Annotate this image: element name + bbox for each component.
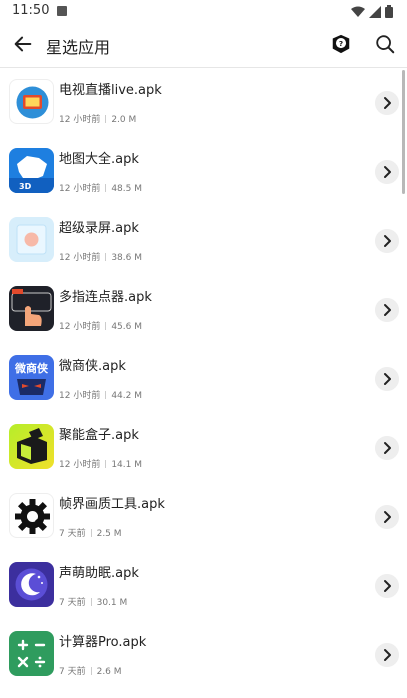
app-time: 12 小时前 [59,322,101,332]
chevron-right-icon[interactable] [375,91,399,115]
app-meta: 12 小时前 48.5 M [59,181,142,194]
app-time: 7 天前 [59,598,86,608]
chevron-right-icon[interactable] [375,298,399,322]
app-meta: 12 小时前 14.1 M [59,457,142,470]
app-meta: 7 天前 2.6 M [59,664,122,677]
svg-text:3D: 3D [19,182,32,191]
app-list: 电视直播live.apk 12 小时前 2.0 M 3D 地图大全.apk 12 … [0,68,407,689]
app-name: 帧界画质工具.apk [59,497,165,512]
app-name: 电视直播live.apk [59,83,162,98]
auto-clicker-icon [9,286,54,331]
app-time: 12 小时前 [59,253,101,263]
app-meta: 12 小时前 44.2 M [59,388,142,401]
svg-text:?: ? [339,39,343,48]
app-size: 44.2 M [111,391,142,401]
chevron-right-icon[interactable] [375,367,399,391]
svg-text:微商侠: 微商侠 [14,361,49,375]
app-time: 12 小时前 [59,391,101,401]
app-meta: 12 小时前 38.6 M [59,250,142,263]
map-icon: 3D [9,148,54,193]
list-item[interactable]: 计算器Pro.apk 7 天前 2.6 M [0,620,407,689]
app-time: 12 小时前 [59,184,101,194]
list-item[interactable]: 聚能盒子.apk 12 小时前 14.1 M [0,413,407,482]
battery-icon [385,5,393,18]
app-name: 多指连点器.apk [59,290,152,305]
calculator-icon [9,631,54,676]
gear-settings-icon [9,493,54,538]
app-size: 14.1 M [111,460,142,470]
status-icons [351,5,393,18]
chevron-right-icon[interactable] [375,643,399,667]
help-icon[interactable]: ? [330,33,352,55]
weishangxia-icon: 微商侠 [9,355,54,400]
app-size: 30.1 M [96,598,128,608]
list-item[interactable]: 帧界画质工具.apk 7 天前 2.5 M [0,482,407,551]
search-icon[interactable] [374,33,396,55]
page-title: 星选应用 [46,38,111,57]
app-size: 45.6 M [111,322,142,332]
app-meta: 7 天前 30.1 M [59,595,127,608]
box-icon [9,424,54,469]
app-meta: 12 小时前 2.0 M [59,112,136,125]
scrollbar[interactable] [402,70,405,194]
list-item[interactable]: 微商侠 微商侠.apk 12 小时前 44.2 M [0,344,407,413]
chevron-right-icon[interactable] [375,436,399,460]
app-name: 声萌助眠.apk [59,566,139,581]
app-meta: 12 小时前 45.6 M [59,319,142,332]
app-name: 微商侠.apk [59,359,126,374]
app-name: 计算器Pro.apk [59,635,147,650]
status-bar: 11:50 [0,0,407,24]
app-name: 超级录屏.apk [59,221,139,236]
list-item[interactable]: 电视直播live.apk 12 小时前 2.0 M [0,68,407,137]
tv-live-icon [9,79,54,124]
app-size: 2.6 M [96,667,122,677]
list-item[interactable]: 超级录屏.apk 12 小时前 38.6 M [0,206,407,275]
notification-icon [57,6,67,16]
moon-sleep-icon [9,562,54,607]
app-time: 12 小时前 [59,460,101,470]
screen-record-icon [9,217,54,262]
list-item[interactable]: 声萌助眠.apk 7 天前 30.1 M [0,551,407,620]
app-bar: 星选应用 ? [0,24,407,68]
back-arrow-icon[interactable] [12,33,34,55]
status-time: 11:50 [12,3,50,18]
app-size: 2.0 M [111,115,137,125]
app-time: 7 天前 [59,667,86,677]
app-name: 聚能盒子.apk [59,428,139,443]
signal-icon [369,5,381,18]
app-name: 地图大全.apk [59,152,139,167]
app-size: 2.5 M [96,529,122,539]
app-meta: 7 天前 2.5 M [59,526,122,539]
list-item[interactable]: 3D 地图大全.apk 12 小时前 48.5 M [0,137,407,206]
app-time: 7 天前 [59,529,86,539]
app-size: 38.6 M [111,253,142,263]
chevron-right-icon[interactable] [375,160,399,184]
wifi-icon [351,6,365,17]
list-item[interactable]: 多指连点器.apk 12 小时前 45.6 M [0,275,407,344]
chevron-right-icon[interactable] [375,229,399,253]
chevron-right-icon[interactable] [375,505,399,529]
chevron-right-icon[interactable] [375,574,399,598]
app-size: 48.5 M [111,184,142,194]
app-time: 12 小时前 [59,115,101,125]
